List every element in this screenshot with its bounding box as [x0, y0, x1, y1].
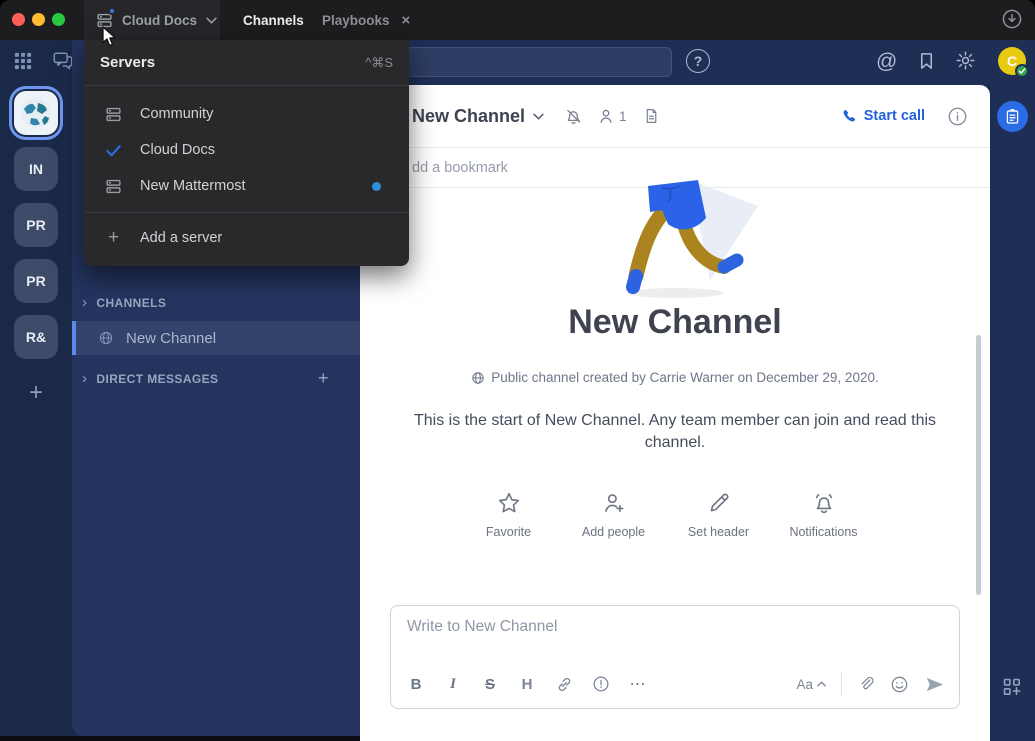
set-header-button[interactable]: Set header	[674, 490, 764, 539]
servers-menu-shortcut: ^⌘S	[365, 55, 393, 71]
channels-category[interactable]: › CHANNELS	[82, 294, 166, 311]
menu-item-new-mattermost[interactable]: New Mattermost	[84, 168, 409, 204]
channel-actions: Favorite Add people Set header	[351, 490, 981, 539]
italic-button[interactable]: I	[441, 672, 465, 696]
bell-icon	[811, 490, 837, 516]
servers-menu: Servers ^⌘S Community Cloud Docs	[84, 40, 409, 266]
gear-icon[interactable]	[955, 50, 976, 71]
formatting-toolbar: B I S H ⋯	[404, 672, 650, 696]
channel-item-new-channel[interactable]: New Channel	[72, 321, 360, 355]
add-server-item[interactable]: + Add a server	[84, 213, 409, 262]
chevron-down-icon	[206, 17, 217, 24]
at-icon[interactable]: @	[876, 50, 897, 74]
phone-icon	[841, 108, 857, 124]
tab-playbooks[interactable]: Playbooks ×	[322, 0, 410, 40]
user-avatar[interactable]: C	[998, 47, 1026, 75]
priority-icon[interactable]	[589, 672, 613, 696]
server-unread-dot	[108, 7, 116, 15]
channel-name: New Channel	[126, 330, 216, 347]
add-people-button[interactable]: Add people	[569, 490, 659, 539]
server-icon	[105, 106, 122, 123]
channel-intro-illustration	[590, 180, 760, 302]
strikethrough-button[interactable]: S	[478, 672, 502, 696]
member-count: 1	[619, 109, 627, 124]
channel-header: New Channel 1	[360, 85, 990, 148]
help-icon[interactable]: ?	[686, 49, 710, 73]
intro-meta: Public channel created by Carrie Warner …	[360, 370, 990, 385]
scrollbar[interactable]	[976, 335, 981, 595]
team-avatar-globe[interactable]	[14, 91, 58, 135]
add-direct-message-button[interactable]: +	[318, 368, 329, 389]
add-bookmark-label[interactable]: dd a bookmark	[412, 160, 508, 176]
channel-title: New Channel	[412, 106, 525, 127]
plus-icon: +	[105, 229, 122, 246]
pencil-icon	[706, 490, 732, 516]
playbooks-button[interactable]	[997, 101, 1028, 132]
format-toggle-button[interactable]: Aa	[796, 677, 826, 692]
apps-add-icon[interactable]	[1002, 677, 1022, 697]
chevron-down-icon	[533, 113, 544, 120]
chevron-right-icon: ›	[82, 370, 87, 387]
favorite-button[interactable]: Favorite	[464, 490, 554, 539]
bookmark-icon[interactable]	[917, 51, 936, 71]
add-person-icon	[601, 490, 627, 516]
close-window-button[interactable]	[12, 13, 25, 26]
server-icon	[105, 178, 122, 195]
direct-messages-category[interactable]: › DIRECT MESSAGES	[82, 370, 218, 387]
online-status-badge	[1015, 64, 1029, 78]
link-icon[interactable]	[552, 672, 576, 696]
globe-icon	[471, 371, 485, 385]
globe-icon	[98, 330, 114, 346]
right-app-rail	[990, 85, 1035, 741]
emoji-icon[interactable]	[890, 675, 909, 694]
bold-button[interactable]: B	[404, 672, 428, 696]
main-content: New Channel 1	[360, 85, 990, 741]
team-avatar[interactable]: IN	[14, 147, 58, 191]
team-sidebar: IN PR PR R& +	[0, 40, 72, 737]
window-edge	[0, 736, 360, 741]
message-composer: B I S H ⋯	[390, 605, 960, 709]
messages-icon[interactable]	[52, 50, 74, 72]
file-icon[interactable]	[643, 107, 660, 125]
unread-dot	[372, 182, 381, 191]
bell-muted-icon[interactable]	[564, 107, 583, 126]
check-icon	[105, 142, 122, 159]
more-formatting-button[interactable]: ⋯	[626, 672, 650, 696]
window-titlebar: Cloud Docs Channels Playbooks ×	[0, 0, 1035, 40]
apps-grid-icon[interactable]	[14, 52, 32, 70]
intro-heading: New Channel	[360, 303, 990, 342]
team-avatar[interactable]: R&	[14, 315, 58, 359]
minimize-window-button[interactable]	[32, 13, 45, 26]
notifications-button[interactable]: Notifications	[779, 490, 869, 539]
menu-item-community[interactable]: Community	[84, 96, 409, 132]
team-avatar[interactable]: PR	[14, 259, 58, 303]
servers-menu-title: Servers	[100, 54, 155, 71]
mouse-cursor	[101, 26, 118, 48]
chevron-right-icon: ›	[82, 294, 87, 311]
composer-actions: Aa	[796, 672, 945, 696]
chevron-up-icon	[817, 681, 826, 687]
intro-body: This is the start of New Channel. Any te…	[395, 410, 955, 454]
attach-icon[interactable]	[857, 675, 875, 693]
team-avatar[interactable]: PR	[14, 203, 58, 247]
app-window: Cloud Docs Channels Playbooks × ? @	[0, 0, 1035, 741]
tab-channels[interactable]: Channels	[243, 0, 304, 40]
zoom-window-button[interactable]	[52, 13, 65, 26]
menu-item-cloud-docs[interactable]: Cloud Docs	[84, 132, 409, 168]
toolbar-divider	[841, 672, 842, 696]
heading-button[interactable]: H	[515, 672, 539, 696]
close-tab-icon[interactable]: ×	[402, 12, 411, 29]
star-icon	[496, 490, 522, 516]
download-icon[interactable]	[1001, 8, 1023, 30]
channel-title-menu[interactable]: New Channel	[412, 106, 544, 127]
server-tab-label: Cloud Docs	[122, 13, 197, 28]
globe-image	[18, 95, 54, 131]
add-team-button[interactable]: +	[0, 379, 72, 407]
start-call-button[interactable]: Start call	[841, 108, 925, 124]
info-icon[interactable]	[947, 106, 968, 127]
clipboard-icon	[1004, 108, 1021, 125]
members-button[interactable]: 1	[597, 107, 627, 125]
send-icon[interactable]	[924, 674, 945, 695]
message-input[interactable]	[407, 618, 942, 652]
